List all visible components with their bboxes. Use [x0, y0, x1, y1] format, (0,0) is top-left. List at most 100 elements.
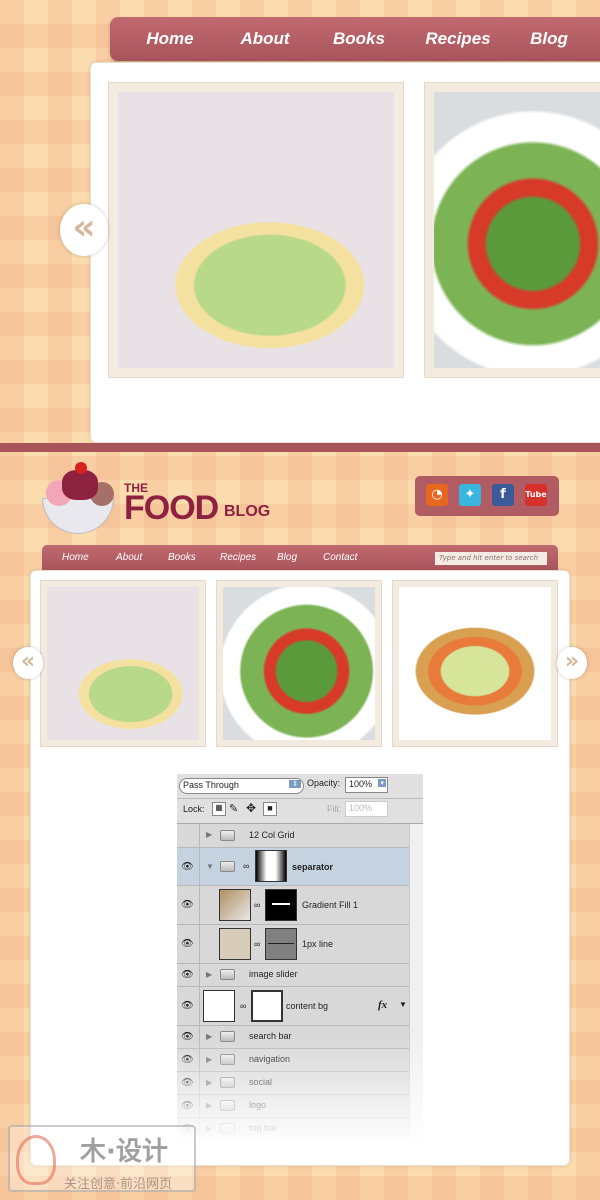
nav-recipes[interactable]: Recipes — [425, 29, 490, 49]
expand-triangle-icon[interactable]: ▶ — [206, 1101, 212, 1110]
layers-panel: Pass Through ⇕ Opacity: 100% ▾ Lock: ▦ ✎ ✥… — [177, 774, 423, 1146]
layer-row[interactable]: 👁 ∞ 1px line — [177, 925, 409, 964]
opacity-label: Opacity: — [307, 778, 341, 788]
layer-name: Gradient Fill 1 — [302, 900, 359, 910]
fx-icon[interactable]: fx — [378, 999, 387, 1011]
prev-arrow-button[interactable]: « — [60, 204, 108, 256]
mask-thumbnail — [251, 990, 283, 1022]
layer-row[interactable]: 👁 ▶ image slider — [177, 964, 409, 987]
expand-triangle-icon[interactable]: ▶ — [206, 830, 212, 839]
layer-row[interactable]: 👁 ∞ Gradient Fill 1 — [177, 886, 409, 925]
layer-row[interactable]: 👁 ▶ social — [177, 1072, 409, 1095]
opacity-value: 100% — [349, 779, 373, 789]
slider-image-3[interactable] — [392, 580, 558, 747]
expand-triangle-icon[interactable]: ▶ — [206, 1055, 212, 1064]
watermark-title: 木·设计 — [80, 1137, 168, 1167]
folder-icon — [220, 1077, 235, 1088]
nav-books[interactable]: Books — [168, 552, 196, 563]
visibility-toggle[interactable]: 👁 — [177, 886, 200, 924]
mask-thumbnail — [265, 928, 297, 960]
visibility-toggle[interactable]: 👁 — [177, 925, 200, 963]
expand-triangle-icon[interactable]: ▶ — [206, 1078, 212, 1087]
layer-row[interactable]: ▶ 12 Col Grid — [177, 824, 409, 848]
visibility-toggle[interactable]: 👁 — [177, 987, 200, 1025]
fill-input[interactable]: 100% — [345, 801, 388, 817]
next-arrow-button[interactable]: » — [557, 647, 587, 679]
twitter-icon[interactable]: ✦ — [459, 484, 481, 506]
salad-photo — [223, 587, 375, 740]
nav-home[interactable]: Home — [62, 552, 89, 563]
slider-image-1[interactable] — [40, 580, 206, 747]
facebook-icon[interactable]: f — [492, 484, 514, 506]
expand-triangle-icon[interactable]: ▶ — [206, 1124, 212, 1133]
nav-home[interactable]: Home — [146, 29, 193, 49]
prev-arrow-button[interactable]: « — [13, 647, 43, 679]
folder-icon — [220, 1031, 235, 1042]
slider-image-2[interactable] — [216, 580, 382, 747]
opacity-input[interactable]: 100% ▾ — [345, 777, 388, 793]
visibility-toggle[interactable] — [177, 824, 200, 847]
slider-image-2[interactable] — [424, 82, 600, 378]
nav-recipes[interactable]: Recipes — [220, 552, 256, 563]
lock-transparent-icon[interactable]: ▦ — [212, 802, 226, 816]
nav-about[interactable]: About — [116, 552, 142, 563]
layer-row-selected[interactable]: 👁 ▼ ∞ separator — [177, 848, 409, 886]
tostada-photo — [399, 587, 551, 740]
layer-row[interactable]: 👁 ∞ content bg fx ▼ — [177, 987, 409, 1026]
top-nav-bar: Home About Books Recipes Blog — [110, 17, 600, 61]
logo-food: FOOD — [124, 489, 219, 527]
lock-label: Lock: — [183, 804, 205, 814]
visibility-toggle[interactable]: 👁 — [177, 1049, 200, 1071]
visibility-toggle[interactable]: 👁 — [177, 848, 200, 885]
section-separator — [0, 443, 600, 452]
folder-icon — [220, 1054, 235, 1065]
layer-name: content bg — [286, 1001, 329, 1011]
expand-effects-icon[interactable]: ▼ — [399, 1000, 407, 1009]
youtube-icon[interactable]: Tube — [525, 484, 547, 506]
gradient-fill-thumbnail — [219, 889, 251, 921]
blend-mode-value: Pass Through — [183, 780, 239, 790]
expand-triangle-icon[interactable]: ▶ — [206, 1032, 212, 1041]
nav-blog[interactable]: Blog — [530, 29, 568, 49]
layer-row[interactable]: 👁 ▶ search bar — [177, 1026, 409, 1049]
layer-name: top bar — [249, 1123, 278, 1133]
rss-icon[interactable]: ◔ — [426, 484, 448, 506]
layers-scrollbar[interactable] — [409, 824, 423, 1146]
visibility-toggle[interactable]: 👁 — [177, 1026, 200, 1048]
color-fill-thumbnail — [219, 928, 251, 960]
expand-triangle-icon[interactable]: ▶ — [206, 970, 212, 979]
layer-name: image slider — [249, 969, 298, 979]
salad-photo — [47, 587, 199, 740]
search-input[interactable]: Type and hit enter to search — [435, 552, 547, 565]
layer-row[interactable]: 👁 ▶ navigation — [177, 1049, 409, 1072]
folder-icon — [220, 830, 235, 841]
mask-thumbnail — [265, 889, 297, 921]
visibility-toggle[interactable]: 👁 — [177, 1095, 200, 1117]
slider-image-1[interactable] — [108, 82, 404, 378]
eye-icon: 👁 — [181, 938, 194, 950]
fill-value: 100% — [349, 803, 373, 813]
layer-name: search bar — [249, 1031, 292, 1041]
layer-thumbnail — [203, 990, 235, 1022]
layer-row[interactable]: 👁 ▶ top bar — [177, 1118, 409, 1141]
layer-row[interactable]: 👁 ▶ logo — [177, 1095, 409, 1118]
link-icon: ∞ — [254, 900, 261, 910]
lock-all-icon[interactable]: ■ — [263, 802, 277, 816]
nav-blog[interactable]: Blog — [277, 552, 297, 563]
folder-icon — [220, 1100, 235, 1111]
watermark-subtitle: 关注创意·前沿网页 — [64, 1177, 173, 1192]
lock-paint-icon[interactable]: ✎ — [229, 802, 238, 815]
blend-mode-select[interactable]: Pass Through ⇕ — [179, 778, 304, 794]
eye-icon: 👁 — [181, 899, 194, 911]
visibility-toggle[interactable]: 👁 — [177, 964, 200, 986]
visibility-toggle[interactable]: 👁 — [177, 1072, 200, 1094]
watermark-logo-icon — [16, 1135, 56, 1185]
nav-about[interactable]: About — [240, 29, 289, 49]
nav-contact[interactable]: Contact — [323, 552, 357, 563]
nav-books[interactable]: Books — [333, 29, 385, 49]
collapse-triangle-icon[interactable]: ▼ — [206, 862, 214, 871]
chevron-updown-icon: ⇕ — [289, 780, 301, 788]
social-box: ◔ ✦ f Tube — [415, 476, 559, 516]
folder-icon — [220, 969, 235, 980]
lock-move-icon[interactable]: ✥ — [246, 801, 256, 815]
